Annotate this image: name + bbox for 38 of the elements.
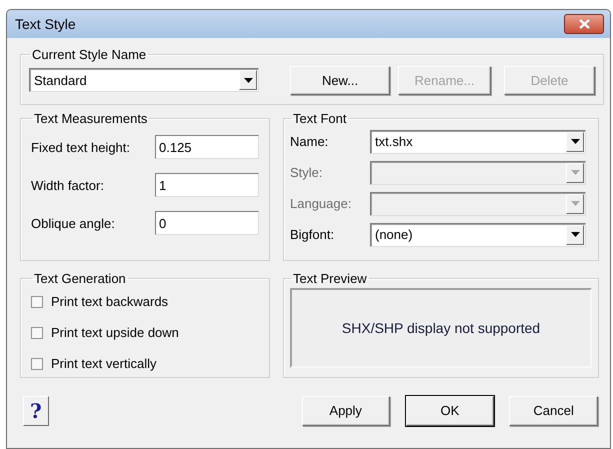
caret-icon: [570, 170, 580, 175]
dropdown-field[interactable]: (none): [370, 222, 586, 246]
input-field[interactable]: 0: [155, 211, 259, 235]
preview-message: SHX/SHP display not supported: [342, 320, 540, 336]
group-title: Current Style Name: [31, 47, 148, 62]
group-title: Text Preview: [292, 271, 368, 286]
field-label: Width factor:: [31, 178, 105, 192]
field-label: Style:: [290, 165, 324, 180]
field-label: Fixed text height:: [31, 140, 131, 154]
dialog-button[interactable]: Apply: [302, 396, 390, 426]
caret-icon: [570, 232, 580, 237]
field-label: Language:: [290, 196, 352, 211]
close-icon: [578, 19, 590, 29]
field-label: Bigfont:: [290, 227, 336, 242]
checkbox[interactable]: [31, 326, 43, 338]
checkbox-label: Print text vertically: [51, 356, 156, 371]
checkbox-label: Print text upside down: [51, 325, 179, 340]
caret-icon: [570, 201, 580, 206]
caret-icon: [570, 139, 580, 144]
dropdown-field[interactable]: Standard: [29, 68, 259, 92]
dialog-button[interactable]: OK: [406, 396, 494, 426]
window-title: Text Style: [15, 16, 76, 32]
input-field[interactable]: 1: [155, 173, 259, 197]
close-button[interactable]: [564, 14, 604, 34]
group-title: Text Font: [292, 111, 348, 126]
input-field[interactable]: 0.125: [155, 135, 259, 159]
caret-icon: [244, 78, 252, 82]
checkbox[interactable]: [31, 358, 43, 370]
checkbox-label: Print text backwards: [51, 294, 168, 309]
help-button[interactable]: ?: [23, 396, 49, 426]
group-title: Text Generation: [33, 271, 127, 286]
dropdown-field[interactable]: txt.shx: [370, 130, 586, 154]
group-title: Text Measurements: [33, 111, 148, 126]
dialog-button[interactable]: New...: [290, 66, 390, 94]
checkbox[interactable]: [31, 296, 43, 308]
dialog-button[interactable]: Cancel: [509, 396, 598, 426]
field-label: Name:: [290, 134, 330, 149]
field-label: Oblique angle:: [31, 216, 116, 230]
